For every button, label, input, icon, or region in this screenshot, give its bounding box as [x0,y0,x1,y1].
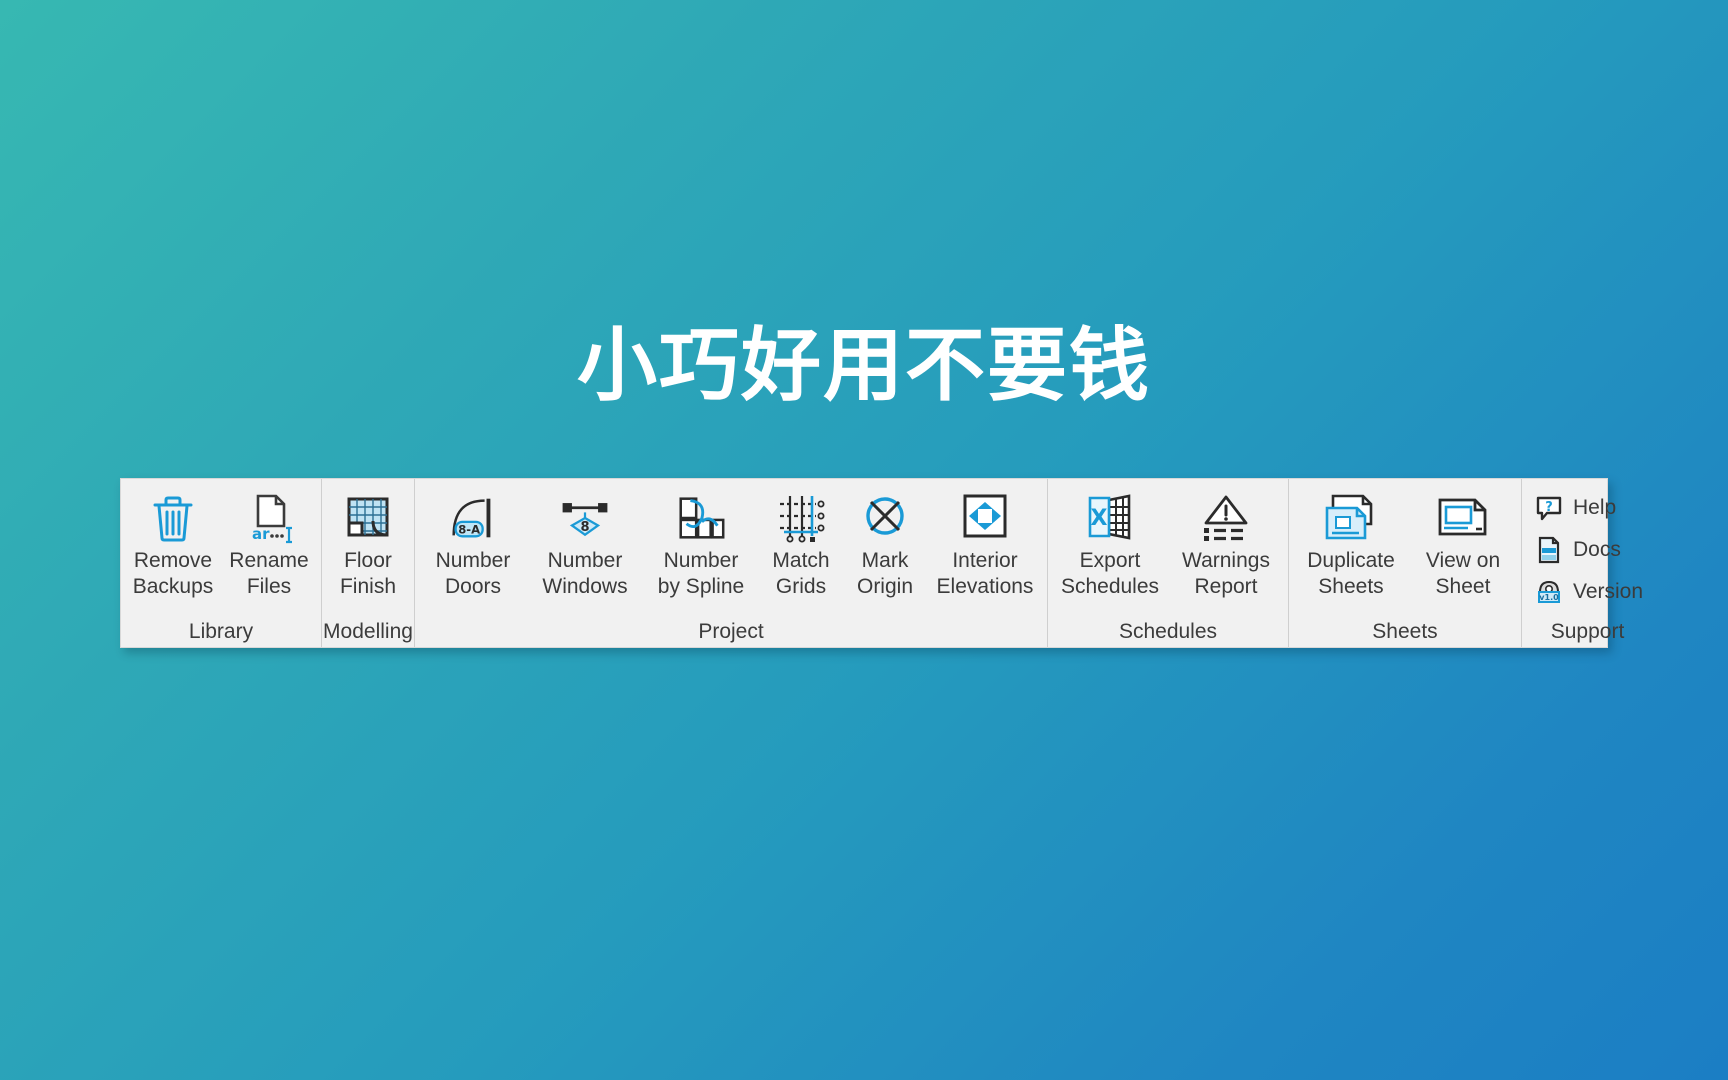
origin-mark-icon [857,491,913,545]
door-tag-icon: 8-A [445,491,501,545]
ribbon-group-title-support: Support [1550,620,1625,643]
spline-rooms-icon [673,491,729,545]
ribbon-group-schedules: X Export Schedules Warnings Report Sched… [1048,479,1289,647]
help-bubble-icon: ? [1534,493,1564,523]
ribbon-group-support-body: ? Help Docs v1.0 Version [1522,479,1653,617]
button-match-grids[interactable]: Match Grids [759,487,843,600]
button-label: Version [1573,580,1644,603]
button-label: Rename Files [229,549,309,598]
excel-export-icon: X [1082,491,1138,545]
button-label: Remove Backups [132,549,214,598]
button-label: Floor Finish [339,549,397,598]
button-interior-elevations[interactable]: Interior Elevations [927,487,1043,600]
svg-text:8: 8 [580,520,589,535]
screen-background: 小巧好用不要钱 Remove Backups ar Rename Files L… [0,0,1728,1080]
button-label: View on Sheet [1425,549,1501,598]
ribbon-group-library: Remove Backups ar Rename Files Library [121,479,322,647]
ribbon-group-title-modelling: Modelling [323,620,413,643]
button-docs[interactable]: Docs [1534,529,1621,571]
ribbon-group-sheets: Duplicate Sheets View on Sheet Sheets [1289,479,1522,647]
button-export-schedules[interactable]: X Export Schedules [1052,487,1168,600]
window-tag-icon: 8 [557,491,613,545]
ribbon-group-library-body: Remove Backups ar Rename Files [121,479,321,617]
ribbon-group-modelling: Floor Finish Modelling [322,479,415,647]
ribbon-group-schedules-body: X Export Schedules Warnings Report [1048,479,1288,617]
button-number-by-spline[interactable]: Number by Spline [643,487,759,600]
button-label: Mark Origin [856,549,914,598]
button-view-on-sheet[interactable]: View on Sheet [1409,487,1517,600]
button-rename-files[interactable]: ar Rename Files [221,487,317,600]
ribbon-group-project: 8-A Number Doors 8 Number Windows Number… [415,479,1048,647]
document-icon [1534,535,1564,565]
ribbon-group-title-sheets: Sheets [1372,620,1438,643]
button-number-doors[interactable]: 8-A Number Doors [419,487,527,600]
ribbon-group-project-body: 8-A Number Doors 8 Number Windows Number… [415,479,1047,617]
button-label: Duplicate Sheets [1307,549,1395,598]
button-label: Number by Spline [657,549,745,598]
svg-text:v1.0: v1.0 [1539,593,1559,602]
svg-text:8-A: 8-A [458,522,480,536]
floor-finish-icon [340,491,396,545]
duplicate-sheet-icon [1323,491,1379,545]
button-label: Docs [1573,538,1621,561]
rename-file-icon: ar [241,491,297,545]
ribbon-group-modelling-body: Floor Finish [322,479,414,617]
version-badge-icon: v1.0 [1534,577,1564,607]
svg-text:X: X [1091,506,1108,531]
ribbon-group-title-library: Library [188,620,254,643]
button-label: Export Schedules [1060,549,1160,598]
button-mark-origin[interactable]: Mark Origin [843,487,927,600]
button-label: Match Grids [772,549,830,598]
button-version[interactable]: v1.0 Version [1534,571,1643,613]
svg-text:ar: ar [252,525,270,543]
button-duplicate-sheets[interactable]: Duplicate Sheets [1293,487,1409,600]
button-label: Interior Elevations [936,549,1034,598]
svg-text:?: ? [1545,500,1553,515]
interior-elevation-icon [957,491,1013,545]
button-number-windows[interactable]: 8 Number Windows [527,487,643,600]
ribbon-group-title-project: Project [698,620,764,643]
warning-list-icon [1198,491,1254,545]
button-floor-finish[interactable]: Floor Finish [326,487,410,600]
button-label: Warnings Report [1182,549,1270,598]
button-label: Number Doors [435,549,511,598]
ribbon-group-support: ? Help Docs v1.0 Version Support [1522,479,1653,647]
grid-match-icon [773,491,829,545]
button-label: Number Windows [542,549,628,598]
ribbon-group-sheets-body: Duplicate Sheets View on Sheet [1289,479,1521,617]
button-help[interactable]: ? Help [1534,487,1616,529]
button-label: Help [1573,496,1617,519]
ribbon-group-title-schedules: Schedules [1118,620,1218,643]
trash-icon [145,491,201,545]
ribbon-toolbar: Remove Backups ar Rename Files Library F… [120,478,1643,648]
button-warnings-report[interactable]: Warnings Report [1168,487,1284,600]
view-on-sheet-icon [1435,491,1491,545]
page-title: 小巧好用不要钱 [577,319,1151,412]
button-remove-backups[interactable]: Remove Backups [125,487,221,600]
